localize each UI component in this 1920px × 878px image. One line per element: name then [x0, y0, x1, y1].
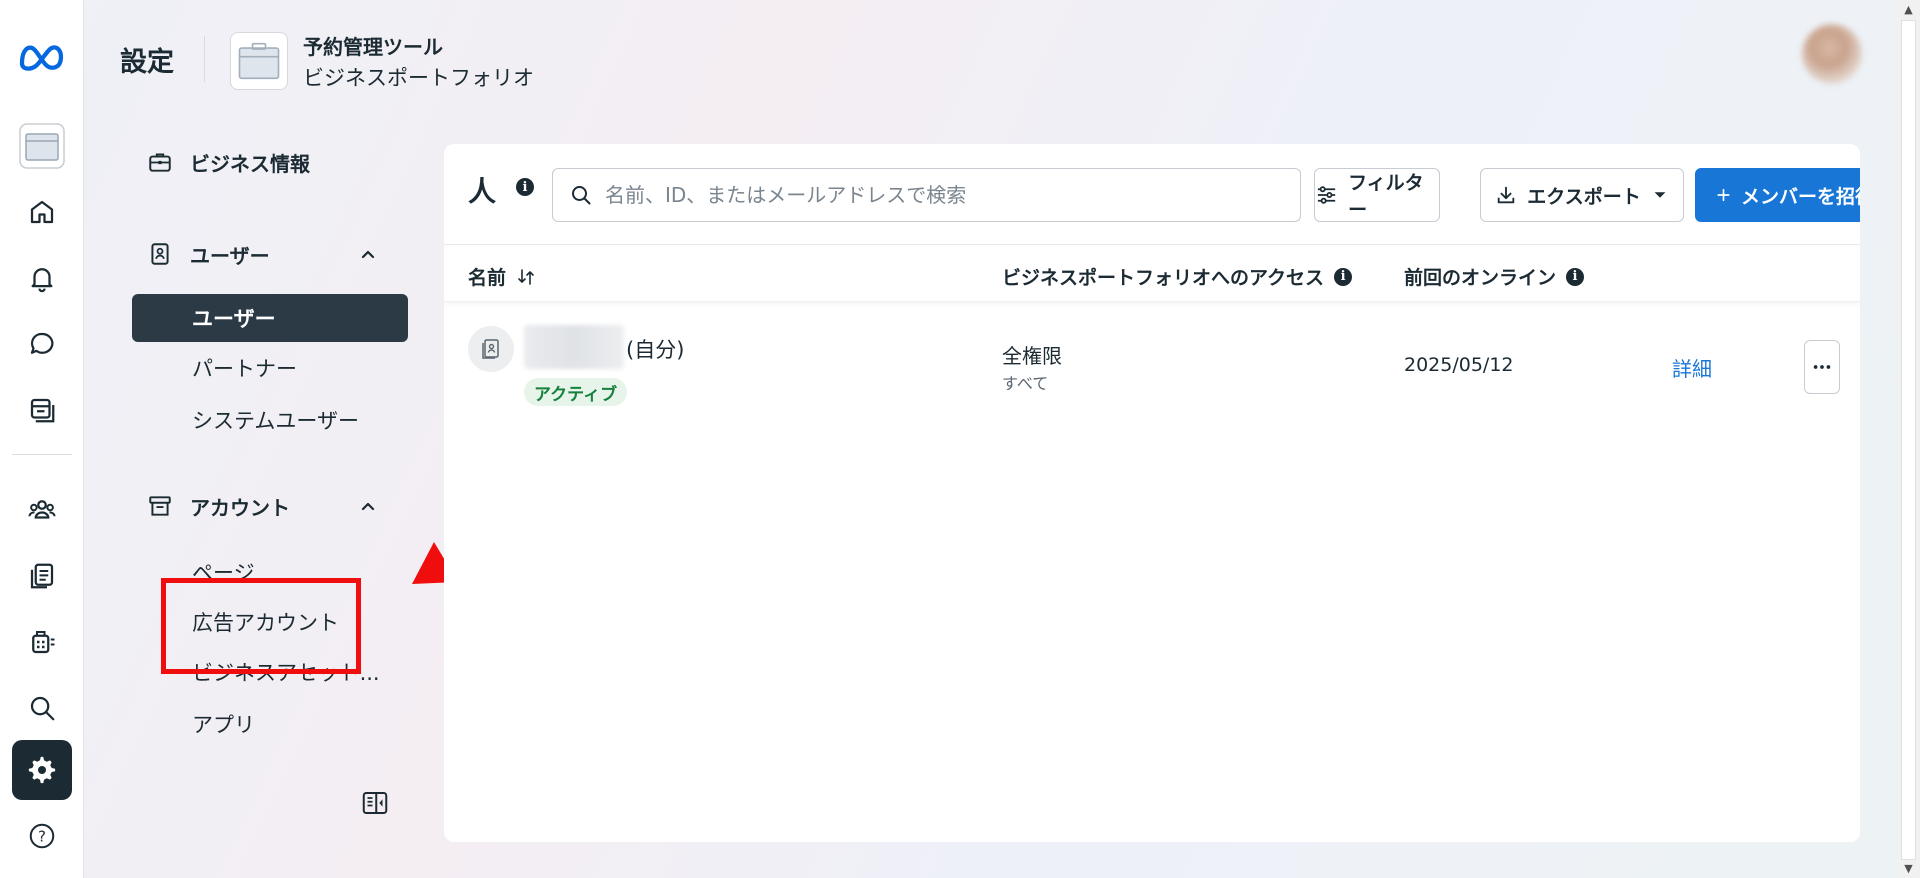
chevron-up-icon[interactable]: [358, 496, 378, 516]
pages-icon[interactable]: [12, 546, 72, 606]
nav-business-info[interactable]: ビジネス情報: [132, 138, 408, 186]
filter-button[interactable]: フィルター: [1314, 168, 1440, 222]
page-title: 設定: [120, 47, 174, 78]
download-icon: [1498, 186, 1515, 204]
chat-bubble-icon[interactable]: [12, 314, 72, 374]
more-options-button[interactable]: [1804, 340, 1840, 394]
page-scrollbar[interactable]: ▲ ▼: [1897, 0, 1920, 878]
rail-divider: [12, 454, 72, 455]
scroll-up-arrow-icon[interactable]: ▲: [1902, 3, 1915, 16]
ads-icon[interactable]: [12, 612, 72, 672]
briefcase-icon: [146, 148, 174, 176]
table-header: 名前 ビジネスポートフォリオへのアクセス i 前回のオンライン i: [444, 244, 1860, 302]
highlight-box: [161, 578, 361, 674]
nav-accounts-section-label: アカウント: [190, 495, 290, 520]
id-card-icon: [482, 339, 499, 359]
details-link[interactable]: 詳細: [1672, 353, 1712, 382]
nav-item-partners[interactable]: パートナー: [132, 344, 408, 392]
search-input[interactable]: [605, 183, 1285, 207]
nav-business-info-label: ビジネス情報: [190, 151, 310, 176]
bell-icon[interactable]: [12, 248, 72, 308]
business-type: ビジネスポートフォリオ: [303, 66, 534, 90]
people-panel: 人 i フィルター エクスポート メンバーを招待 名前 ビジネスポートフォリオへ…: [444, 144, 1860, 842]
nav-users-section-label: ユーザー: [190, 243, 270, 268]
member-name-redacted: [524, 325, 624, 369]
status-badge: アクティブ: [524, 378, 628, 406]
business-name[interactable]: 予約管理ツール: [303, 31, 443, 60]
search-field[interactable]: [552, 168, 1301, 222]
member-self-label: (自分): [626, 338, 685, 362]
settings-gear-icon[interactable]: [12, 740, 72, 800]
invite-member-button[interactable]: メンバーを招待: [1695, 168, 1860, 222]
nav-item-system-users[interactable]: システムユーザー: [132, 396, 408, 444]
last-online-date: 2025/05/12: [1404, 354, 1514, 376]
export-label: エクスポート: [1527, 185, 1641, 208]
access-level: 全権限: [1002, 344, 1062, 368]
archive-box-icon: [146, 492, 174, 520]
info-icon[interactable]: i: [516, 178, 534, 196]
chevron-up-icon[interactable]: [358, 244, 378, 264]
column-name[interactable]: 名前: [468, 263, 536, 290]
member-avatar: [468, 326, 514, 372]
sort-icon[interactable]: [516, 267, 536, 287]
search-icon: [572, 186, 591, 205]
column-name-label: 名前: [468, 267, 507, 289]
scroll-thumb[interactable]: [1901, 20, 1916, 860]
left-rail: ?: [0, 0, 84, 878]
sliders-icon: [1317, 186, 1336, 204]
ellipsis-icon: [1813, 365, 1831, 369]
header-divider: [204, 36, 205, 82]
nav-users-section[interactable]: ユーザー: [132, 230, 408, 278]
column-access: ビジネスポートフォリオへのアクセス i: [1002, 263, 1353, 290]
scroll-down-arrow-icon[interactable]: ▼: [1902, 862, 1915, 875]
nav-item-apps[interactable]: アプリ: [132, 700, 408, 748]
meta-logo-icon[interactable]: [12, 26, 72, 86]
column-last-online-label: 前回のオンライン: [1404, 267, 1557, 289]
info-icon[interactable]: i: [1566, 267, 1585, 286]
caret-down-icon: [1654, 192, 1666, 198]
user-badge-icon: [146, 240, 174, 268]
export-button[interactable]: エクスポート: [1480, 168, 1684, 222]
invite-member-label: メンバーを招待: [1740, 185, 1860, 208]
search-icon[interactable]: [12, 678, 72, 738]
business-logo-icon[interactable]: [230, 32, 288, 90]
business-portfolio-icon[interactable]: [12, 116, 72, 176]
plus-icon: [1717, 188, 1730, 202]
people-icon[interactable]: [12, 480, 72, 540]
panel-title: 人: [468, 175, 497, 208]
home-icon[interactable]: [12, 182, 72, 242]
svg-text:?: ?: [38, 828, 46, 846]
nav-item-users[interactable]: ユーザー: [132, 294, 408, 342]
access-scope: すべて: [1002, 374, 1049, 393]
info-icon[interactable]: i: [1334, 267, 1353, 286]
column-access-label: ビジネスポートフォリオへのアクセス: [1002, 267, 1325, 289]
help-icon[interactable]: ?: [12, 806, 72, 866]
filter-label: フィルター: [1348, 172, 1424, 221]
collapse-sidebar-icon[interactable]: [358, 786, 392, 820]
column-last-online: 前回のオンライン i: [1404, 263, 1585, 290]
nav-accounts-section[interactable]: アカウント: [132, 482, 408, 530]
user-avatar[interactable]: [1802, 24, 1862, 84]
content-icon[interactable]: [12, 380, 72, 440]
